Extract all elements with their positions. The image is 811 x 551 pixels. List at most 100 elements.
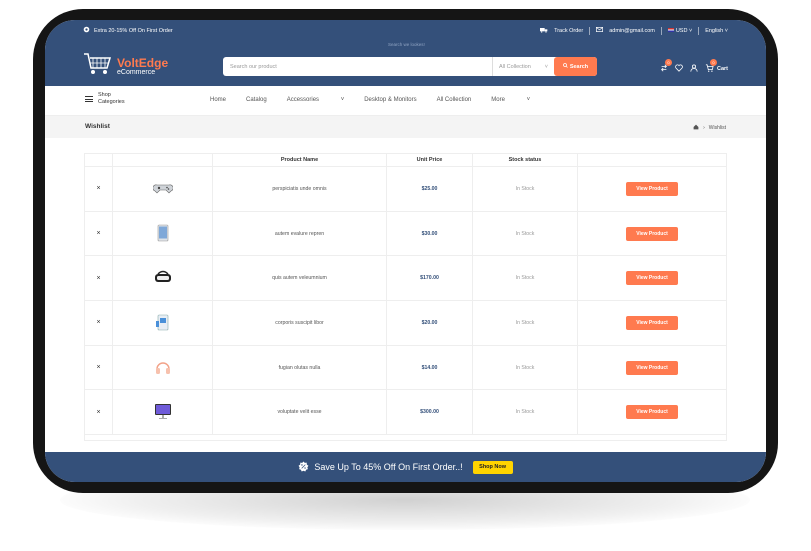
remove-button[interactable]: × [85,345,113,390]
unit-price: $170.00 [387,256,473,301]
product-name[interactable]: autem evalure repren [213,211,387,256]
top-bar: Extra 20-15% Off On First Order Track Or… [45,20,766,41]
mail-icon [596,27,604,34]
remove-button[interactable]: × [85,390,113,435]
action-cell: View Product [578,390,726,434]
product-image[interactable] [113,390,213,435]
product-name[interactable]: quis autem veleumnium [213,256,387,301]
remove-button[interactable]: × [85,167,113,211]
header-remove [85,154,113,166]
promo-banner: Save Up To 45% Off On First Order..! Sho… [45,452,766,482]
nav-bar: Shop Categories Home Catalog Accessories… [45,86,766,116]
compare-button[interactable]: 0 [660,59,672,74]
wishlist-table: Product Name Unit Price Stock status × pe… [84,153,727,441]
brand-subtitle: eCommerce [117,69,156,76]
unit-price: $300.00 [387,390,473,435]
search-hint: Search we lookes! [388,42,425,47]
nav-item-accessories[interactable]: Accessories ˅ [287,97,345,103]
view-product-button[interactable]: View Product [626,405,678,420]
nav-item-more[interactable]: More ˅ [491,97,530,103]
stock-status: In Stock [473,256,578,301]
product-image[interactable] [113,345,213,390]
monitor-icon [153,401,173,423]
view-product-button[interactable]: View Product [626,315,678,330]
headphones-icon [153,357,173,379]
header-action [578,154,726,166]
main-header: VoltEdge eCommerce Search we lookes! Sea… [45,41,766,86]
breadcrumb: › Wishlist [693,124,726,132]
track-order-link[interactable]: Track Order [554,28,583,34]
promo-banner-text: Save Up To 45% Off On First Order..! [298,460,463,474]
table-row: × corporis suscipit libor $20.00 In Stock Vi… [85,301,726,346]
screen: Extra 20-15% Off On First Order Track Or… [45,20,766,482]
action-cell: View Product [578,301,726,345]
cart-logo-icon [83,51,113,82]
account-button[interactable] [690,64,698,74]
nav-item-catalog[interactable]: Catalog [246,97,267,103]
close-icon: × [96,185,101,193]
table-row: × quis autem veleumnium $170.00 In Stock Vie… [85,256,726,302]
search-button[interactable]: Search [554,57,597,76]
unit-price: $20.00 [387,301,473,345]
search-icon [562,63,568,70]
divider [589,26,591,35]
vr-headset-icon [153,267,173,289]
header-stock-status: Stock status [473,154,578,166]
logo[interactable]: VoltEdge eCommerce [83,51,168,82]
remove-button[interactable]: × [85,211,113,256]
breadcrumb-bar: Wishlist › Wishlist [45,116,766,138]
brand-name: VoltEdge [117,56,169,70]
nav-item-desktop-monitors[interactable]: Desktop & Monitors [364,97,416,103]
view-product-button[interactable]: View Product [626,181,678,196]
search-bar: Search our product All Collection ˅ Searc… [223,57,597,76]
shop-now-button[interactable]: Shop Now [472,460,513,474]
cart-button[interactable]: 0 Cart [705,59,728,74]
compare-count-badge: 0 [664,59,672,66]
nav-item-home[interactable]: Home [210,97,226,103]
promo-text: Extra 20-15% Off On First Order [94,27,173,34]
remove-button[interactable]: × [85,301,113,345]
cart-count-badge: 0 [709,59,717,66]
view-product-button[interactable]: View Product [626,226,678,241]
product-name[interactable]: perspiciatis unde omnis [213,167,387,211]
language-selector[interactable]: English ˅ [705,28,728,34]
breadcrumb-separator: › [703,125,705,131]
table-header: Product Name Unit Price Stock status [85,154,726,167]
product-name[interactable]: corporis suscipit libor [213,301,387,345]
remove-button[interactable]: × [85,256,113,301]
close-icon: × [96,408,101,416]
stock-status: In Stock [473,390,578,435]
categories-label: Categories [98,99,125,105]
close-icon: × [96,319,101,327]
search-input[interactable]: Search our product [223,64,492,70]
shop-label: Shop [98,92,111,98]
unit-price: $14.00 [387,345,473,390]
product-image[interactable] [113,167,213,211]
cart-label: Cart [716,66,728,72]
product-image[interactable] [113,301,213,345]
nav-item-all-collection[interactable]: All Collection [437,97,472,103]
product-name[interactable]: voluptate velit esse [213,390,387,435]
truck-icon [540,27,548,35]
product-image[interactable] [113,256,213,301]
email-link[interactable]: admin@gmail.com [609,28,655,34]
product-image[interactable] [113,211,213,256]
view-product-button[interactable]: View Product [626,360,678,375]
header-image [113,154,213,166]
stock-status: In Stock [473,345,578,390]
flag-icon [667,28,674,33]
close-icon: × [96,364,101,372]
stock-status: In Stock [473,211,578,256]
table-row: × fugian olutas nulla $14.00 In Stock View P… [85,345,726,391]
page-title: Wishlist [85,123,110,130]
header-product-name: Product Name [213,154,387,166]
shop-categories-button[interactable]: Shop Categories [85,92,125,106]
view-product-button[interactable]: View Product [626,271,678,286]
collection-select[interactable]: All Collection ˅ [492,57,554,76]
menu-icon [85,96,93,102]
close-icon: × [96,274,101,282]
wishlist-button[interactable] [675,64,683,74]
home-icon[interactable] [693,124,699,132]
currency-selector[interactable]: USD ˅ [667,28,692,34]
product-name[interactable]: fugian olutas nulla [213,345,387,390]
